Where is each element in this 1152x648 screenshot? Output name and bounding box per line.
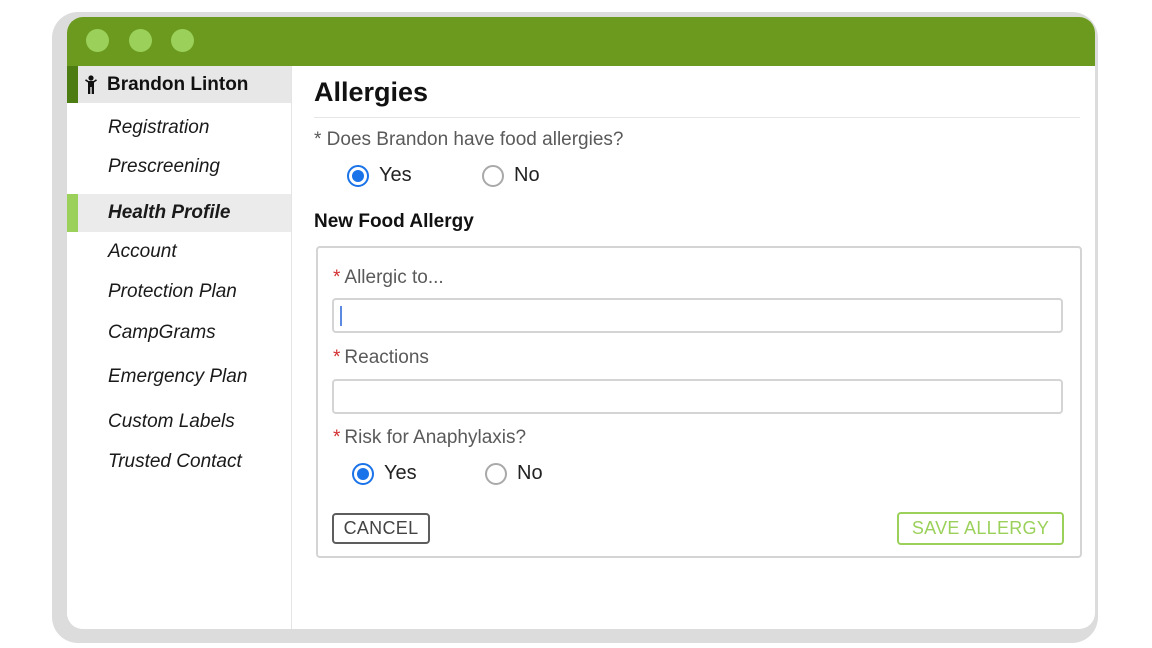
app-window: Brandon Linton Registration Prescreening… bbox=[67, 17, 1095, 629]
window-close-dot[interactable] bbox=[86, 29, 109, 52]
allergic-to-label: * Allergic to... bbox=[333, 267, 444, 288]
sidebar-item-prescreening[interactable]: Prescreening bbox=[67, 148, 291, 186]
sidebar-item-registration[interactable]: Registration bbox=[67, 109, 291, 147]
anaphylaxis-no-option[interactable]: No bbox=[485, 462, 543, 485]
anaphylaxis-label: * Risk for Anaphylaxis? bbox=[333, 427, 527, 448]
title-divider bbox=[314, 117, 1080, 118]
cancel-button[interactable]: CANCEL bbox=[332, 513, 430, 544]
reactions-label: * Reactions bbox=[333, 347, 429, 368]
window-minimize-dot[interactable] bbox=[129, 29, 152, 52]
food-allergy-yes-radio[interactable] bbox=[347, 164, 369, 187]
title-bar bbox=[67, 17, 1095, 66]
food-allergy-question: * Does Brandon have food allergies? bbox=[314, 129, 624, 150]
window-maximize-dot[interactable] bbox=[171, 29, 194, 52]
new-allergy-form: * Allergic to... * Reactions * Risk for Ana… bbox=[316, 246, 1082, 558]
sidebar: Brandon Linton Registration Prescreening… bbox=[67, 66, 292, 629]
food-allergy-no-radio[interactable] bbox=[482, 164, 504, 187]
anaphylaxis-yes-radio[interactable] bbox=[352, 462, 374, 485]
page-title: Allergies bbox=[314, 77, 429, 107]
reactions-input[interactable] bbox=[332, 379, 1063, 414]
required-marker: * bbox=[333, 347, 341, 368]
food-allergy-no-label: No bbox=[514, 164, 540, 186]
anaphylaxis-yes-option[interactable]: Yes bbox=[352, 462, 417, 485]
anaphylaxis-no-label: No bbox=[517, 462, 543, 484]
person-icon bbox=[84, 74, 98, 95]
sidebar-item-emergency-plan[interactable]: Emergency Plan bbox=[67, 358, 291, 396]
food-allergy-yes-option[interactable]: Yes bbox=[347, 164, 412, 187]
required-marker: * bbox=[333, 267, 341, 288]
sidebar-user[interactable]: Brandon Linton bbox=[67, 66, 291, 103]
food-allergy-yes-label: Yes bbox=[379, 164, 412, 186]
allergic-to-input[interactable] bbox=[332, 298, 1063, 333]
sidebar-item-health-profile[interactable]: Health Profile bbox=[67, 194, 291, 232]
save-allergy-button[interactable]: SAVE ALLERGY bbox=[897, 512, 1064, 545]
sidebar-item-account[interactable]: Account bbox=[67, 233, 291, 271]
required-marker: * bbox=[333, 427, 341, 448]
anaphylaxis-yes-label: Yes bbox=[384, 462, 417, 484]
anaphylaxis-no-radio[interactable] bbox=[485, 462, 507, 485]
sidebar-item-campgrams[interactable]: CampGrams bbox=[67, 314, 291, 352]
sidebar-item-trusted-contact[interactable]: Trusted Contact bbox=[67, 443, 291, 481]
food-allergy-no-option[interactable]: No bbox=[482, 164, 540, 187]
sidebar-item-protection-plan[interactable]: Protection Plan bbox=[67, 273, 291, 311]
user-name: Brandon Linton bbox=[107, 73, 249, 95]
sidebar-item-custom-labels[interactable]: Custom Labels bbox=[67, 403, 291, 441]
new-food-allergy-heading: New Food Allergy bbox=[314, 211, 474, 232]
text-cursor bbox=[340, 306, 342, 326]
